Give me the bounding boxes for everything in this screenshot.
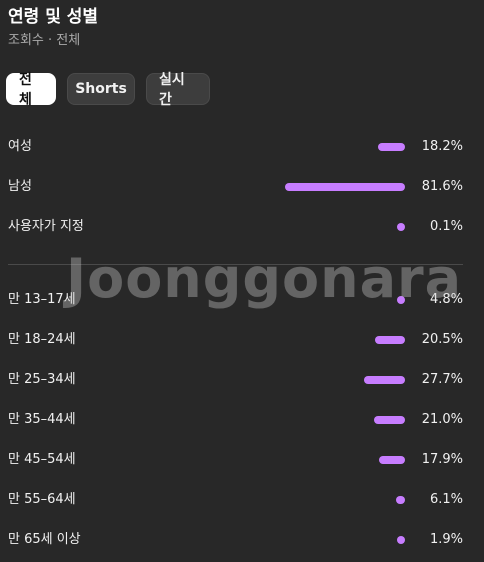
row-value: 81.6% [421, 179, 463, 194]
row-label: 만 35–44세 [8, 412, 76, 427]
row-value: 21.0% [421, 412, 463, 427]
row-value: 6.1% [429, 492, 463, 507]
section-divider [8, 264, 463, 265]
row-label: 만 18–24세 [8, 332, 76, 347]
gender-row-user-specified: 사용자가 지정 0.1% [0, 217, 484, 237]
bar-fill [378, 143, 405, 151]
bar-fill [285, 183, 405, 191]
gender-row-male: 남성 81.6% [0, 177, 484, 197]
age-row-65-plus: 만 65세 이상 1.9% [0, 530, 484, 550]
row-label: 여성 [8, 139, 32, 154]
row-value: 27.7% [421, 372, 463, 387]
filter-tabs: 전체 Shorts 실시간 [6, 72, 210, 108]
row-label: 만 13–17세 [8, 292, 76, 307]
bar-fill [374, 416, 405, 424]
row-label: 만 25–34세 [8, 372, 76, 387]
age-row-18-24: 만 18–24세 20.5% [0, 330, 484, 350]
row-value: 18.2% [421, 139, 463, 154]
row-label: 만 55–64세 [8, 492, 76, 507]
row-value: 20.5% [421, 332, 463, 347]
age-row-13-17: 만 13–17세 4.8% [0, 290, 484, 310]
tab-all[interactable]: 전체 [6, 72, 56, 108]
age-gender-card: 연령 및 성별 조회수 · 전체 전체 Shorts 실시간 여성 18.2% … [0, 0, 484, 562]
age-row-35-44: 만 35–44세 21.0% [0, 410, 484, 430]
bar-fill [396, 496, 405, 504]
age-row-45-54: 만 45–54세 17.9% [0, 450, 484, 470]
age-row-25-34: 만 25–34세 27.7% [0, 370, 484, 390]
card-subtitle: 조회수 · 전체 [8, 33, 81, 48]
age-row-55-64: 만 55–64세 6.1% [0, 490, 484, 510]
bar-fill [364, 376, 405, 384]
row-value: 4.8% [429, 292, 463, 307]
bar-fill [397, 296, 405, 304]
bar-fill [397, 223, 405, 231]
row-value: 17.9% [421, 452, 463, 467]
row-label: 남성 [8, 179, 32, 194]
row-label: 만 45–54세 [8, 452, 76, 467]
tab-shorts[interactable]: Shorts [67, 73, 135, 105]
row-value: 0.1% [429, 219, 463, 234]
row-value: 1.9% [429, 532, 463, 547]
bar-fill [397, 536, 405, 544]
row-label: 만 65세 이상 [8, 532, 81, 547]
card-title: 연령 및 성별 [8, 7, 99, 27]
row-label: 사용자가 지정 [8, 219, 84, 234]
tab-realtime[interactable]: 실시간 [146, 72, 210, 108]
bar-fill [374, 336, 405, 344]
bar-fill [378, 456, 405, 464]
gender-row-female: 여성 18.2% [0, 137, 484, 157]
